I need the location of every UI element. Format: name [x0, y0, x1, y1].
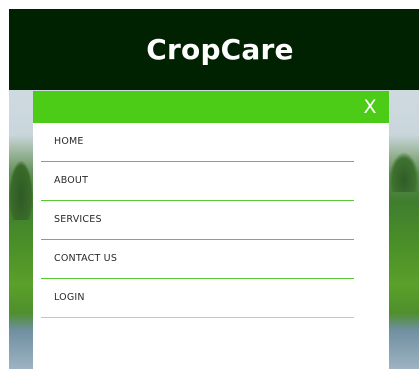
nav-item-label: LOGIN	[54, 292, 85, 303]
nav-item-home[interactable]: HOME	[41, 123, 354, 162]
nav-item-about[interactable]: ABOUT	[41, 162, 354, 201]
nav-item-label: SERVICES	[54, 214, 102, 225]
nav-item-label: ABOUT	[54, 175, 89, 186]
nav-item-login[interactable]: LOGIN	[41, 279, 354, 318]
brand-logo-text[interactable]: CropCare	[146, 33, 293, 66]
app-frame: CropCare X HOME ABOUT SERVICES CONTACT U…	[9, 9, 419, 369]
nav-item-services[interactable]: SERVICES	[41, 201, 354, 240]
hero-trees-left	[9, 160, 33, 220]
hero-trees-right	[389, 152, 419, 192]
menu-top-bar: X	[33, 91, 389, 123]
site-header: CropCare	[9, 9, 419, 90]
nav-list: HOME ABOUT SERVICES CONTACT US LOGIN	[41, 123, 354, 318]
nav-item-label: CONTACT US	[54, 253, 118, 264]
close-icon[interactable]: X	[361, 94, 379, 120]
nav-item-contact-us[interactable]: CONTACT US	[41, 240, 354, 279]
nav-item-label: HOME	[54, 136, 84, 147]
mobile-nav-menu: X HOME ABOUT SERVICES CONTACT US LOGIN	[33, 91, 389, 369]
